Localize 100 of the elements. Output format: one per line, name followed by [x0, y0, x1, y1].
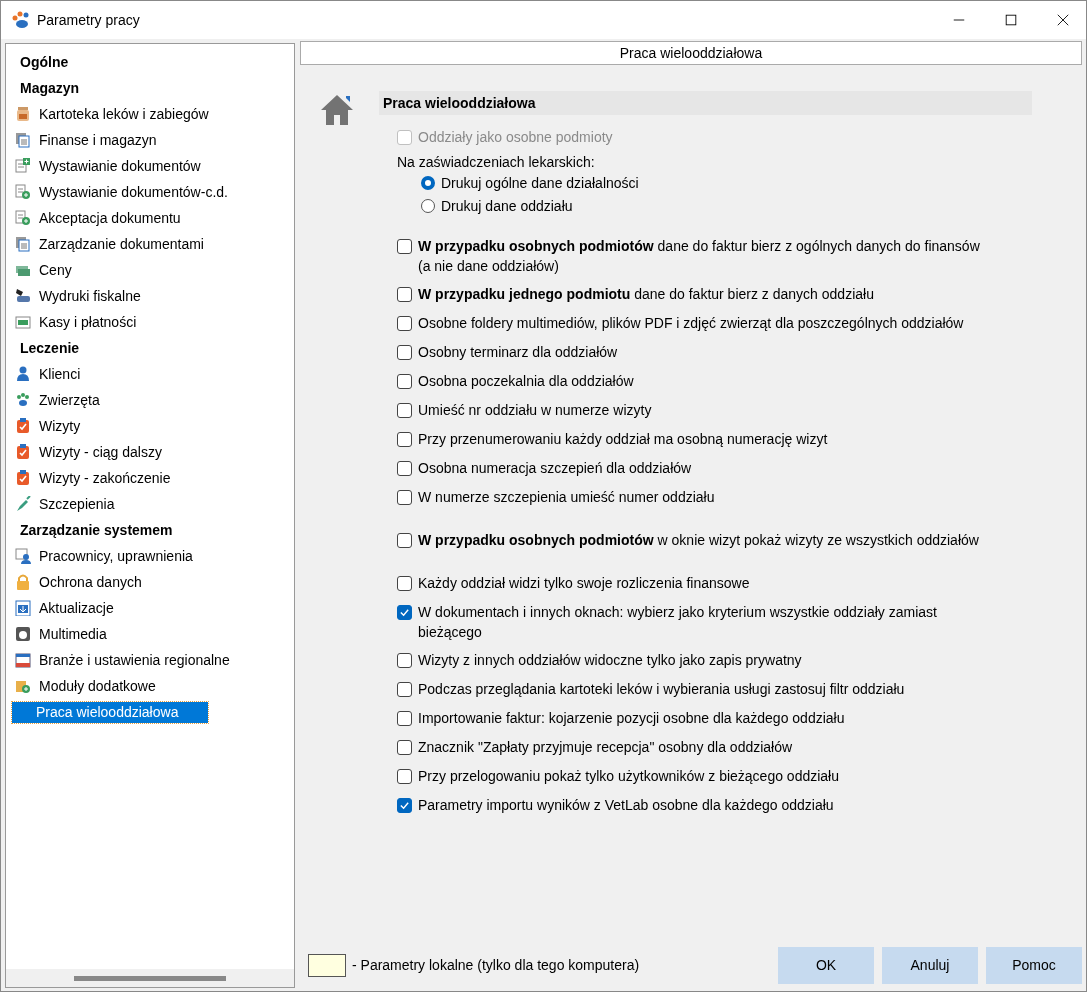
tree-item[interactable]: Wystawianie dokumentów-c.d. — [36, 181, 231, 203]
clipboard-check-icon — [15, 444, 31, 460]
checkbox[interactable] — [397, 461, 412, 476]
checkbox[interactable] — [397, 576, 412, 591]
option-label: Osobna poczekalnia dla oddziałów — [418, 372, 634, 391]
option-label: W przypadku jednego podmiotu dane do faktur bierz z danych oddziału — [418, 285, 874, 304]
tree-item[interactable]: Multimedia — [36, 623, 110, 645]
tree-item[interactable]: Moduły dodatkowe — [36, 675, 159, 697]
tree-group-item[interactable]: Ogólne — [6, 49, 294, 75]
tree-item[interactable]: Branże i ustawienia regionalne — [36, 649, 233, 671]
option-label: Importowanie faktur: kojarzenie pozycji osobne dla każdego oddziału — [418, 709, 845, 728]
cash-icon — [15, 314, 31, 330]
checkbox[interactable] — [397, 798, 412, 813]
option-label: Parametry importu wyników z VetLab osobne dla każdego oddziału — [418, 796, 834, 815]
tree-item[interactable]: Akceptacja dokumentu — [36, 207, 184, 229]
checkbox[interactable] — [397, 605, 412, 620]
tree-item[interactable]: Zwierzęta — [36, 389, 103, 411]
tree-item[interactable]: Kartoteka leków i zabiegów — [36, 103, 212, 125]
checkbox[interactable] — [397, 239, 412, 254]
option-label: Przy przenumerowaniu każdy oddział ma osobną numerację wizyt — [418, 430, 828, 449]
section-title: Praca wielooddziałowa — [379, 91, 1032, 115]
clipboard-check-icon — [15, 418, 31, 434]
checkbox[interactable] — [397, 653, 412, 668]
checkbox[interactable] — [397, 740, 412, 755]
tree-item[interactable]: Ochrona danych — [36, 571, 145, 593]
tree-item[interactable]: Praca wielooddziałowa — [12, 701, 209, 723]
local-parameter-swatch — [308, 953, 346, 977]
tree-item[interactable]: Szczepienia — [36, 493, 118, 515]
tree-group-item[interactable]: Zarządzanie systemem — [6, 517, 294, 543]
house-icon — [320, 93, 354, 127]
option-label: W numerze szczepienia umieść numer oddziału — [418, 488, 715, 507]
option-label: W dokumentach i innych oknach: wybierz jako kryterium wszystkie oddziały zamiast bieżącego — [418, 603, 938, 642]
field-label: Na zaświadczeniach lekarskich: — [397, 154, 596, 170]
radio-button[interactable] — [421, 176, 435, 190]
jar-icon — [15, 106, 31, 122]
option-label: Wizyty z innych oddziałów widoczne tylko jako zapis prywatny — [418, 651, 802, 670]
tree-item[interactable]: Kasy i płatności — [36, 311, 140, 333]
checkbox[interactable] — [397, 533, 412, 548]
checkbox[interactable] — [397, 345, 412, 360]
tree-group-item[interactable]: Leczenie — [6, 335, 294, 361]
tree-item[interactable]: Pracownicy, uprawnienia — [36, 545, 196, 567]
paw-icon — [15, 392, 31, 408]
window-title: Parametry pracy — [37, 12, 140, 28]
option-label: Umieść nr oddziału w numerze wizyty — [418, 401, 652, 420]
tree-item[interactable]: Finanse i magazyn — [36, 129, 160, 151]
radio-button[interactable] — [421, 199, 435, 213]
checkbox[interactable] — [397, 316, 412, 331]
document-plus-icon — [15, 210, 31, 226]
dialog-button[interactable]: Anuluj — [882, 946, 978, 984]
dialog-button[interactable]: Pomoc — [986, 946, 1082, 984]
legend-text: - Parametry lokalne (tylko dla tego komputera) — [352, 957, 640, 973]
syringe-icon — [15, 496, 31, 512]
checkmark-icon — [399, 607, 410, 618]
person-icon — [15, 366, 31, 382]
paw-icon — [11, 10, 31, 30]
document-icon — [15, 236, 31, 252]
document-plus-icon — [15, 184, 31, 200]
clipboard-check-icon — [15, 470, 31, 486]
horizontal-scrollbar[interactable] — [6, 969, 294, 987]
checkbox[interactable] — [397, 682, 412, 697]
option-label: W przypadku osobnych podmiotów w oknie wizyt pokaż wizyty ze wszystkich oddziałów — [418, 531, 979, 550]
option-label: Drukuj dane oddziału — [441, 197, 573, 216]
tree-item[interactable]: Wystawianie dokumentów — [36, 155, 204, 177]
tree-item[interactable]: Wizyty - zakończenie — [36, 467, 174, 489]
box-plus-icon — [15, 678, 31, 694]
checkbox[interactable] — [397, 374, 412, 389]
checkbox[interactable] — [397, 432, 412, 447]
option-label: Przy przelogowaniu pokaż tylko użytkowników z bieżącego oddziału — [418, 767, 839, 786]
tree-item[interactable]: Wizyty - ciąg dalszy — [36, 441, 165, 463]
document-plus-icon — [15, 158, 31, 174]
dialog-button[interactable]: OK — [778, 946, 874, 984]
option-label: Drukuj ogólne dane działalności — [441, 174, 639, 193]
tree-item[interactable]: Ceny — [36, 259, 75, 281]
option-label: Osobny terminarz dla oddziałów — [418, 343, 618, 362]
option-label: Oddziały jako osobne podmioty — [418, 128, 613, 147]
tree-item[interactable]: Wizyty — [36, 415, 84, 437]
checkbox[interactable] — [397, 769, 412, 784]
tree-item[interactable]: Aktualizacje — [36, 597, 117, 619]
option-label: Osobne foldery multimediów, plików PDF i zdjęć zwierząt dla poszczególnych oddziałów — [418, 314, 964, 333]
checkbox[interactable] — [397, 490, 412, 505]
page-header: Praca wielooddziałowa — [300, 41, 1082, 65]
tree-item[interactable]: Wydruki fiskalne — [36, 285, 144, 307]
printer-icon — [15, 288, 31, 304]
checkbox[interactable] — [397, 711, 412, 726]
checkbox[interactable] — [397, 403, 412, 418]
user-card-icon — [15, 548, 31, 564]
checkmark-icon — [399, 800, 410, 811]
window-icon — [15, 652, 31, 668]
tree-item[interactable]: Klienci — [36, 363, 84, 385]
checkbox[interactable] — [397, 287, 412, 302]
option-label: Każdy oddział widzi tylko swoje rozliczenia finansowe — [418, 574, 750, 593]
download-icon — [15, 600, 31, 616]
option-label: Osobna numeracja szczepień dla oddziałów — [418, 459, 692, 478]
option-label: W przypadku osobnych podmiotów dane do faktur bierz z ogólnych danych do finansów (a nie dane oddziałów) — [418, 237, 981, 276]
tree-item[interactable]: Zarządzanie dokumentami — [36, 233, 207, 255]
option-label: Podczas przeglądania kartoteki leków i wybierania usługi zastosuj filtr oddziału — [418, 680, 905, 699]
option-label: Znacznik "Zapłaty przyjmuje recepcja" osobny dla oddziałów — [418, 738, 793, 757]
tree-group-item[interactable]: Magazyn — [6, 75, 294, 101]
padlock-icon — [15, 574, 31, 590]
document-icon — [15, 132, 31, 148]
